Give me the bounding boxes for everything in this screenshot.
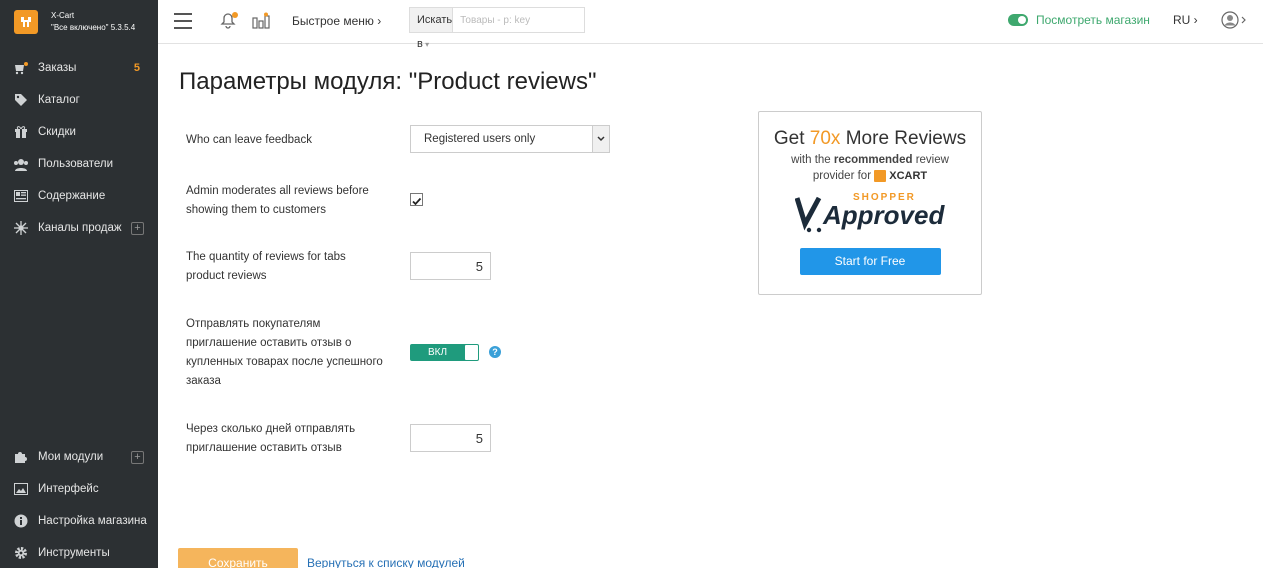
brand[interactable]: X-Cart "Все включено" 5.3.5.4 xyxy=(0,0,158,44)
invitation-days-input[interactable] xyxy=(410,424,491,452)
save-button[interactable]: Сохранить xyxy=(178,548,298,568)
notification-dot xyxy=(232,12,238,18)
gear-icon xyxy=(13,545,29,561)
sidebar-nav-bottom: Мои модули + Интерфейс Настройка магазин… xyxy=(0,441,158,568)
start-for-free-button[interactable]: Start for Free xyxy=(799,248,941,276)
add-module-button[interactable]: + xyxy=(131,450,144,464)
sidebar: X-Cart "Все включено" 5.3.5.4 Заказы 5 К… xyxy=(0,0,158,568)
sidebar-item-interface[interactable]: Интерфейс xyxy=(0,473,158,505)
add-sales-channel-button[interactable]: + xyxy=(131,221,144,235)
bell-icon[interactable] xyxy=(220,12,238,34)
admin-moderates-checkbox[interactable] xyxy=(410,193,423,206)
sidebar-item-content[interactable]: Содержание xyxy=(0,180,158,212)
tag-icon xyxy=(13,92,29,108)
sidebar-item-label: Настройка магазина xyxy=(38,515,147,527)
info-icon xyxy=(13,513,29,529)
help-icon[interactable]: ? xyxy=(489,346,501,358)
reviews-quantity-input[interactable] xyxy=(410,252,491,280)
sidebar-item-users[interactable]: Пользователи xyxy=(0,148,158,180)
sidebar-nav: Заказы 5 Каталог Скидки Пользователи Сод… xyxy=(0,52,158,244)
gift-icon xyxy=(13,124,29,140)
page-title: Параметры модуля: "Product reviews" xyxy=(179,68,597,95)
user-menu[interactable] xyxy=(1221,11,1247,34)
view-store-link[interactable]: Посмотреть магазин xyxy=(1008,13,1150,27)
sidebar-item-store-setup[interactable]: Настройка магазина xyxy=(0,505,158,537)
xcart-logo: XCART xyxy=(874,168,927,184)
shopper-approved-logo: SHOPPER Approved xyxy=(794,192,945,236)
invitation-days-label: Через сколько дней отправлять приглашени… xyxy=(186,423,356,454)
promo-subtitle: with the recommended review provider for… xyxy=(791,154,949,184)
admin-moderates-label: Admin moderates all reviews before showi… xyxy=(186,185,369,216)
chevron-right-icon: › xyxy=(377,14,382,28)
quick-menu-button[interactable]: Быстрое меню › xyxy=(292,14,381,28)
quick-menu-label: Быстрое меню xyxy=(292,14,374,28)
content-icon xyxy=(13,188,29,204)
sidebar-item-label: Каналы продаж xyxy=(38,222,122,234)
reviews-quantity-label: The quantity of reviews for tabs product… xyxy=(186,251,346,282)
search-scope-select[interactable]: Искать в ▾ xyxy=(410,8,454,50)
orders-icon xyxy=(13,60,29,76)
sidebar-item-label: Каталог xyxy=(38,94,80,106)
network-icon xyxy=(13,220,29,236)
sidebar-item-label: Содержание xyxy=(38,190,106,202)
sidebar-item-my-modules[interactable]: Мои модули + xyxy=(0,441,158,473)
sidebar-item-orders[interactable]: Заказы 5 xyxy=(0,52,158,84)
orders-count-badge: 5 xyxy=(133,62,140,74)
back-to-modules-link[interactable]: Вернуться к списку модулей xyxy=(307,556,465,568)
brand-edition: "Все включено" 5.3.5.4 xyxy=(51,23,136,32)
sidebar-item-label: Мои модули xyxy=(38,451,104,463)
user-avatar-icon xyxy=(1221,11,1246,29)
sidebar-item-label: Пользователи xyxy=(38,158,114,170)
sidebar-item-label: Скидки xyxy=(38,126,76,138)
store-toggle-icon xyxy=(1008,14,1028,26)
sidebar-item-tools[interactable]: Инструменты xyxy=(0,537,158,568)
sitemap-icon[interactable] xyxy=(252,12,270,34)
sidebar-item-label: Инструменты xyxy=(38,547,110,559)
topbar: Быстрое меню › Искать в ▾ Посмотреть маг… xyxy=(158,0,1263,50)
chevron-right-icon: › xyxy=(1190,13,1198,27)
puzzle-icon xyxy=(13,449,29,465)
sidebar-item-discounts[interactable]: Скидки xyxy=(0,116,158,148)
promo-title: Get 70x More Reviews xyxy=(773,128,967,149)
send-invitation-toggle[interactable]: ВКЛ xyxy=(410,344,479,361)
image-icon xyxy=(13,481,29,497)
sidebar-item-label: Заказы xyxy=(38,62,77,74)
search-input[interactable] xyxy=(453,8,593,32)
sidebar-item-label: Интерфейс xyxy=(38,483,99,495)
sidebar-item-catalog[interactable]: Каталог xyxy=(0,84,158,116)
brand-name: X-Cart xyxy=(51,11,75,20)
search-box: Искать в ▾ xyxy=(409,7,593,50)
checkmark-icon xyxy=(412,197,422,206)
who-can-leave-feedback-label: Who can leave feedback xyxy=(186,134,312,146)
sidebar-item-sales-channels[interactable]: Каналы продаж + xyxy=(0,212,158,244)
hamburger-menu-icon[interactable] xyxy=(174,13,192,29)
users-icon xyxy=(13,156,29,172)
xcart-logo-icon xyxy=(14,10,38,34)
approved-label: Approved xyxy=(823,200,945,231)
chevron-down-icon xyxy=(592,126,609,152)
view-store-label: Посмотреть магазин xyxy=(1036,13,1150,27)
shopper-approved-promo: Get 70x More Reviews with the recommende… xyxy=(758,111,982,295)
language-select[interactable]: RU › xyxy=(1173,13,1198,27)
who-can-leave-feedback-select[interactable]: Registered users only xyxy=(410,125,610,153)
send-invitation-label: Отправлять покупателям приглашение остав… xyxy=(186,318,383,387)
